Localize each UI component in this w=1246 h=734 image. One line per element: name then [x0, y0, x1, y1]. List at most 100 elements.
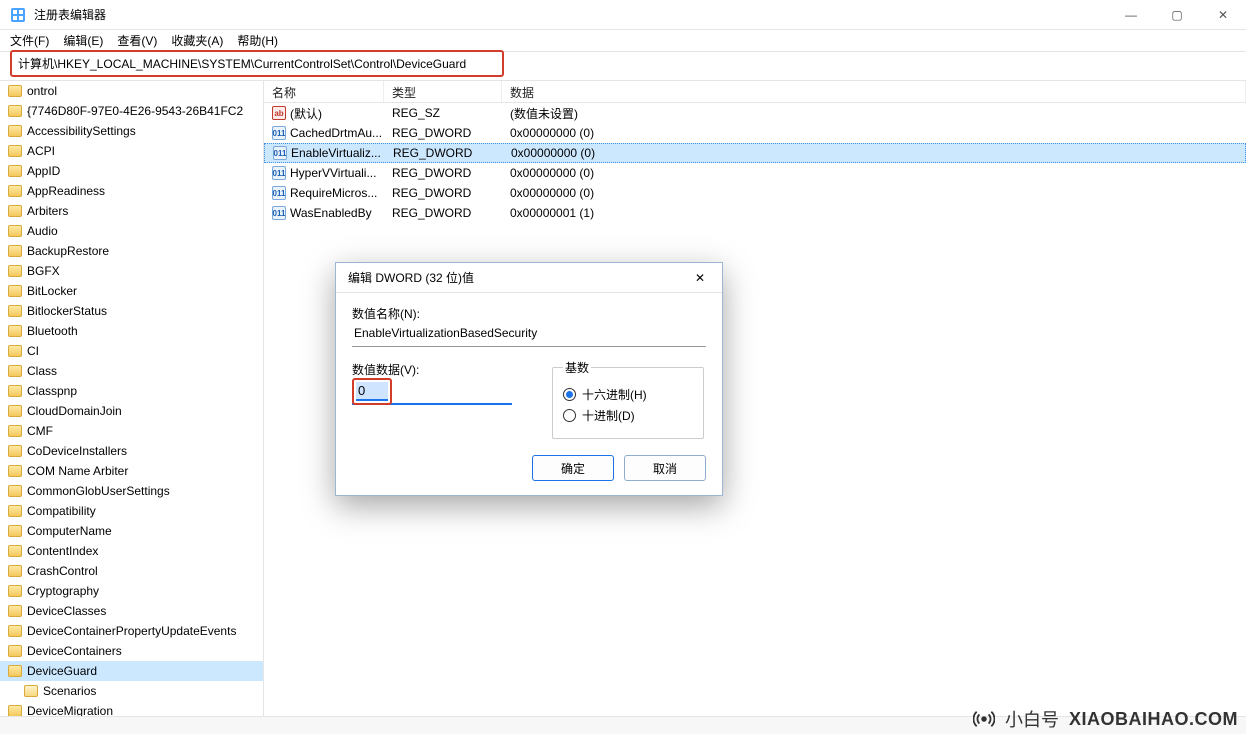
- minimize-button[interactable]: —: [1108, 0, 1154, 30]
- tree-item[interactable]: Cryptography: [0, 581, 263, 601]
- tree-item-label: CMF: [27, 424, 53, 438]
- value-name-field[interactable]: [352, 322, 706, 347]
- tree-item[interactable]: AppReadiness: [0, 181, 263, 201]
- folder-icon: [8, 345, 22, 357]
- close-button[interactable]: ✕: [1200, 0, 1246, 30]
- value-row[interactable]: ab(默认)REG_SZ(数值未设置): [264, 103, 1246, 123]
- radio-hex[interactable]: 十六进制(H): [563, 386, 693, 403]
- address-input[interactable]: 计算机\HKEY_LOCAL_MACHINE\SYSTEM\CurrentCon…: [10, 50, 504, 77]
- base-group: 基数 十六进制(H) 十进制(D): [552, 359, 704, 439]
- dialog-close-button[interactable]: ✕: [684, 266, 716, 290]
- tree-item[interactable]: Class: [0, 361, 263, 381]
- tree-item[interactable]: BitLocker: [0, 281, 263, 301]
- tree-item[interactable]: {7746D80F-97E0-4E26-9543-26B41FC2: [0, 101, 263, 121]
- tree-item[interactable]: AppID: [0, 161, 263, 181]
- value-row[interactable]: 011HyperVVirtuali...REG_DWORD0x00000000 …: [264, 163, 1246, 183]
- folder-icon: [8, 405, 22, 417]
- value-row[interactable]: 011CachedDrtmAu...REG_DWORD0x00000000 (0…: [264, 123, 1246, 143]
- folder-icon: [8, 605, 22, 617]
- folder-icon: [8, 445, 22, 457]
- tree-item[interactable]: Compatibility: [0, 501, 263, 521]
- col-type[interactable]: 类型: [384, 81, 502, 102]
- folder-icon: [8, 145, 22, 157]
- value-type: REG_DWORD: [385, 146, 503, 160]
- tree-item[interactable]: CloudDomainJoin: [0, 401, 263, 421]
- tree-item[interactable]: ComputerName: [0, 521, 263, 541]
- tree-item[interactable]: BGFX: [0, 261, 263, 281]
- window-title: 注册表编辑器: [34, 6, 1108, 23]
- value-rows: ab(默认)REG_SZ(数值未设置)011CachedDrtmAu...REG…: [264, 103, 1246, 223]
- cancel-button[interactable]: 取消: [624, 455, 706, 481]
- folder-icon: [8, 485, 22, 497]
- tree-item-label: ContentIndex: [27, 544, 98, 558]
- value-name: (默认): [290, 105, 322, 122]
- tree-item[interactable]: CI: [0, 341, 263, 361]
- tree-item[interactable]: CrashControl: [0, 561, 263, 581]
- value-row[interactable]: 011EnableVirtualiz...REG_DWORD0x00000000…: [264, 143, 1246, 163]
- value-data: 0x00000000 (0): [502, 166, 602, 180]
- folder-icon: [8, 465, 22, 477]
- radio-hex-label: 十六进制(H): [582, 386, 647, 403]
- window-buttons: — ▢ ✕: [1108, 0, 1246, 30]
- folder-icon: [8, 165, 22, 177]
- tree-item-label: ComputerName: [27, 524, 112, 538]
- value-data-input[interactable]: [356, 382, 388, 401]
- menu-file[interactable]: 文件(F): [10, 32, 49, 49]
- edit-dword-dialog: 编辑 DWORD (32 位)值 ✕ 数值名称(N): 数值数据(V): 基数: [335, 262, 723, 496]
- radio-hex-dot: [563, 388, 576, 401]
- tree-item[interactable]: ontrol: [0, 81, 263, 101]
- maximize-button[interactable]: ▢: [1154, 0, 1200, 30]
- tree-item-label: Cryptography: [27, 584, 99, 598]
- binary-value-icon: 011: [272, 186, 286, 200]
- ok-button[interactable]: 确定: [532, 455, 614, 481]
- tree-item[interactable]: Classpnp: [0, 381, 263, 401]
- tree-item[interactable]: Bluetooth: [0, 321, 263, 341]
- tree-item[interactable]: COM Name Arbiter: [0, 461, 263, 481]
- tree-item[interactable]: CommonGlobUserSettings: [0, 481, 263, 501]
- folder-icon: [8, 585, 22, 597]
- tree-item-label: DeviceContainerPropertyUpdateEvents: [27, 624, 236, 638]
- folder-icon: [8, 545, 22, 557]
- tree-pane[interactable]: ontrol{7746D80F-97E0-4E26-9543-26B41FC2 A…: [0, 81, 264, 716]
- folder-icon: [8, 705, 22, 716]
- tree-item[interactable]: DeviceMigration: [0, 701, 263, 716]
- tree-item[interactable]: AccessibilitySettings: [0, 121, 263, 141]
- menu-help[interactable]: 帮助(H): [237, 32, 278, 49]
- tree-item[interactable]: Scenarios: [0, 681, 263, 701]
- folder-icon: [8, 225, 22, 237]
- tree-item-label: DeviceMigration: [27, 704, 113, 716]
- tree-item-label: AccessibilitySettings: [27, 124, 136, 138]
- tree-item[interactable]: DeviceContainers: [0, 641, 263, 661]
- value-type: REG_DWORD: [384, 186, 502, 200]
- col-name[interactable]: 名称: [264, 81, 384, 102]
- menu-favorites[interactable]: 收藏夹(A): [171, 32, 223, 49]
- tree-item[interactable]: Audio: [0, 221, 263, 241]
- tree-item[interactable]: Arbiters: [0, 201, 263, 221]
- tree-item[interactable]: ContentIndex: [0, 541, 263, 561]
- tree-item[interactable]: ACPI: [0, 141, 263, 161]
- tree-item[interactable]: BackupRestore: [0, 241, 263, 261]
- value-row[interactable]: 011WasEnabledByREG_DWORD0x00000001 (1): [264, 203, 1246, 223]
- value-data: (数值未设置): [502, 105, 586, 122]
- col-data[interactable]: 数据: [502, 81, 1246, 102]
- tree-item[interactable]: DeviceClasses: [0, 601, 263, 621]
- tree-item[interactable]: BitlockerStatus: [0, 301, 263, 321]
- tree-item-label: DeviceGuard: [27, 664, 97, 678]
- tree-item[interactable]: CoDeviceInstallers: [0, 441, 263, 461]
- menubar: 文件(F) 编辑(E) 查看(V) 收藏夹(A) 帮助(H): [0, 30, 1246, 52]
- tree-item[interactable]: DeviceContainerPropertyUpdateEvents: [0, 621, 263, 641]
- value-row[interactable]: 011RequireMicros...REG_DWORD0x00000000 (…: [264, 183, 1246, 203]
- tree-item[interactable]: DeviceGuard: [0, 661, 263, 681]
- radio-dec[interactable]: 十进制(D): [563, 407, 693, 424]
- tree-item-label: AppReadiness: [27, 184, 105, 198]
- tree-item-label: CrashControl: [27, 564, 98, 578]
- tree-item-label: BGFX: [27, 264, 60, 278]
- tree-item-label: Arbiters: [27, 204, 68, 218]
- tree-item[interactable]: CMF: [0, 421, 263, 441]
- value-name: WasEnabledBy: [290, 206, 372, 220]
- value-type: REG_DWORD: [384, 206, 502, 220]
- menu-view[interactable]: 查看(V): [117, 32, 157, 49]
- folder-icon: [8, 625, 22, 637]
- folder-icon: [8, 365, 22, 377]
- menu-edit[interactable]: 编辑(E): [63, 32, 103, 49]
